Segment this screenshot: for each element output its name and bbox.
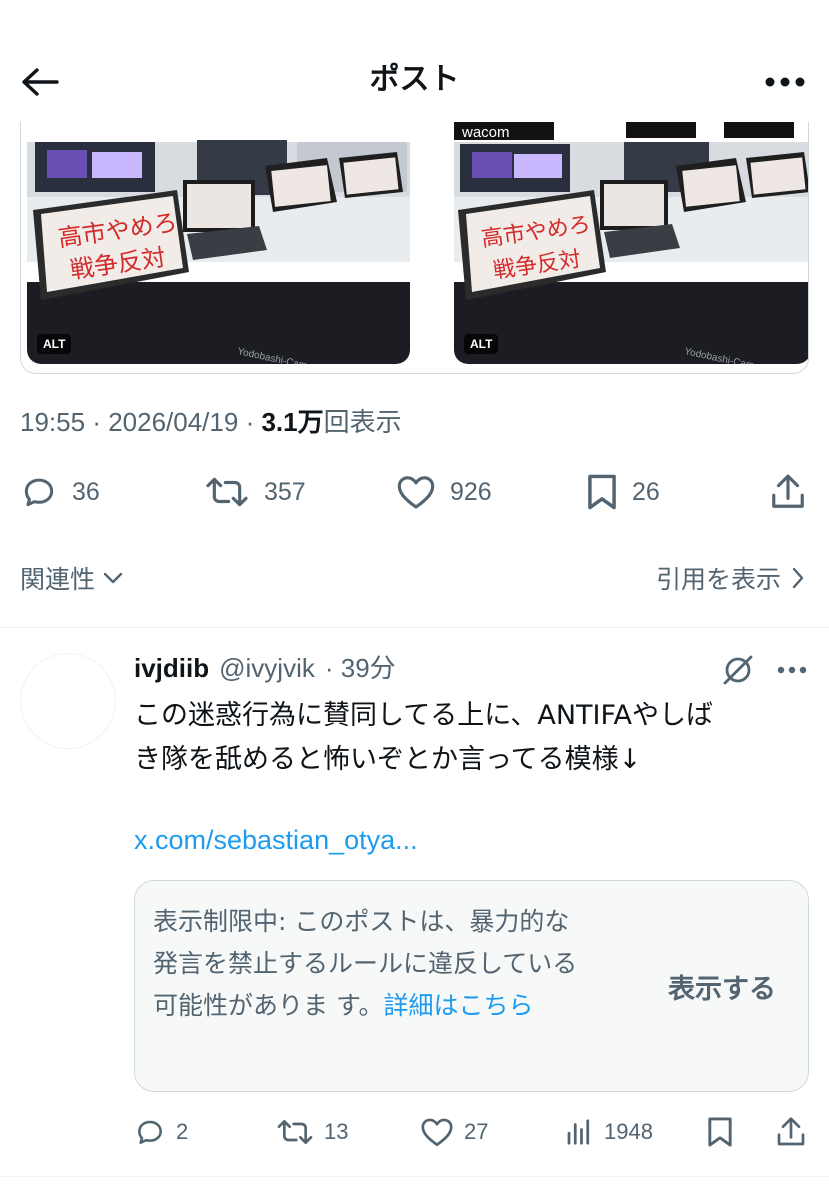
reply-author-handle[interactable]: @ivyjvik [219, 653, 315, 684]
repost-icon [277, 1120, 313, 1144]
page-title: ポスト [369, 62, 460, 97]
media-photo-1[interactable]: Yodobashi-Camera 高市やめろ 戦争反対 ALT [27, 122, 410, 364]
restriction-notice: 表示制限中: このポストは、暴力的な発言を禁止するルールに違反している可能性があ… [153, 901, 583, 1027]
post-date: 2026/04/19 [108, 407, 239, 437]
reply-button[interactable]: 36 [20, 470, 100, 514]
reply-view-count: 1948 [604, 1119, 653, 1144]
more-icon [765, 77, 805, 87]
sort-relevance-button[interactable]: 関連性 [20, 560, 123, 596]
top-bar: ポスト [0, 0, 829, 122]
chevron-right-icon [792, 567, 804, 589]
reply-repost-button[interactable]: 13 [276, 1110, 348, 1154]
reply-header: ivjdiib @ivyjvik · 39分 [134, 648, 396, 685]
like-icon [397, 476, 435, 509]
reply-views-button[interactable]: 1948 [564, 1110, 653, 1154]
bookmark-icon [708, 1117, 732, 1147]
reply-author-name[interactable]: ivjdiib [134, 653, 209, 684]
share-button[interactable] [770, 470, 806, 514]
reply-time[interactable]: · 39分 [325, 648, 396, 685]
view-count-label: 回表示 [323, 407, 402, 437]
reply-reply-count: 2 [176, 1119, 189, 1144]
view-count[interactable]: 3.1万 [261, 407, 323, 437]
grok-button[interactable] [720, 652, 756, 688]
reply-more-button[interactable] [772, 652, 812, 688]
reply-like-button[interactable]: 27 [420, 1110, 488, 1154]
like-icon [421, 1118, 453, 1147]
more-icon [777, 666, 807, 674]
bookmark-count: 26 [632, 477, 660, 506]
bookmark-button[interactable]: 26 [586, 470, 660, 514]
post-actions: 36 357 926 26 [0, 470, 829, 514]
chevron-down-icon [103, 572, 123, 584]
share-icon [777, 1117, 805, 1146]
post-meta: 19:55 · 2026/04/19 · 3.1万回表示 [20, 407, 402, 437]
more-button[interactable] [763, 62, 807, 102]
grok-icon [723, 655, 753, 685]
repost-count: 357 [264, 477, 306, 506]
views-icon [567, 1119, 590, 1145]
reply-repost-count: 13 [324, 1119, 349, 1144]
show-button[interactable]: 表示する [668, 967, 776, 1006]
reply-share-button[interactable] [776, 1110, 806, 1154]
brand-label: wacom [461, 124, 510, 141]
divider [0, 627, 829, 628]
store-display-image: Yodobashi-Camera 高市やめろ 戦争反対 [27, 122, 410, 364]
reply-icon [24, 478, 54, 507]
share-icon [772, 474, 804, 508]
media-photo-2[interactable]: wacom Yodobashi-Camera 高市やめろ 戦争反対 ALT [454, 122, 808, 364]
like-button[interactable]: 926 [396, 470, 492, 514]
relevance-label: 関連性 [20, 565, 96, 594]
avatar[interactable] [20, 653, 116, 749]
restricted-post-card: 表示制限中: このポストは、暴力的な発言を禁止するルールに違反している可能性があ… [134, 880, 809, 1092]
view-quotes-link[interactable]: 引用を表示 [656, 560, 805, 596]
reply-text: この迷惑行為に賛同してる上に、ANTIFAやしば き隊を舐めると怖いぞとか言って… [134, 700, 714, 775]
reply-count: 36 [72, 477, 100, 506]
media-grid: Yodobashi-Camera 高市やめろ 戦争反対 ALT wacom Yo… [20, 122, 809, 374]
like-count: 926 [450, 477, 492, 506]
bookmark-icon [588, 474, 616, 510]
repost-button[interactable]: 357 [204, 470, 306, 514]
alt-badge[interactable]: ALT [464, 334, 499, 354]
reply-link[interactable]: x.com/sebastian_otya... [134, 820, 418, 860]
divider [0, 1176, 829, 1177]
details-link[interactable]: 詳細はこちら [383, 991, 533, 1020]
repost-icon [206, 477, 248, 507]
alt-badge[interactable]: ALT [37, 334, 72, 354]
reply-icon [138, 1120, 162, 1144]
reply-like-count: 27 [464, 1119, 489, 1144]
reply-bookmark-button[interactable] [706, 1110, 734, 1154]
store-display-image: wacom Yodobashi-Camera 高市やめろ 戦争反対 [454, 122, 808, 364]
quotes-label: 引用を表示 [655, 565, 781, 594]
post-time: 19:55 [20, 407, 86, 437]
reply-reply-button[interactable]: 2 [134, 1110, 188, 1154]
reply-actions: 2 13 27 1948 [0, 1110, 829, 1154]
